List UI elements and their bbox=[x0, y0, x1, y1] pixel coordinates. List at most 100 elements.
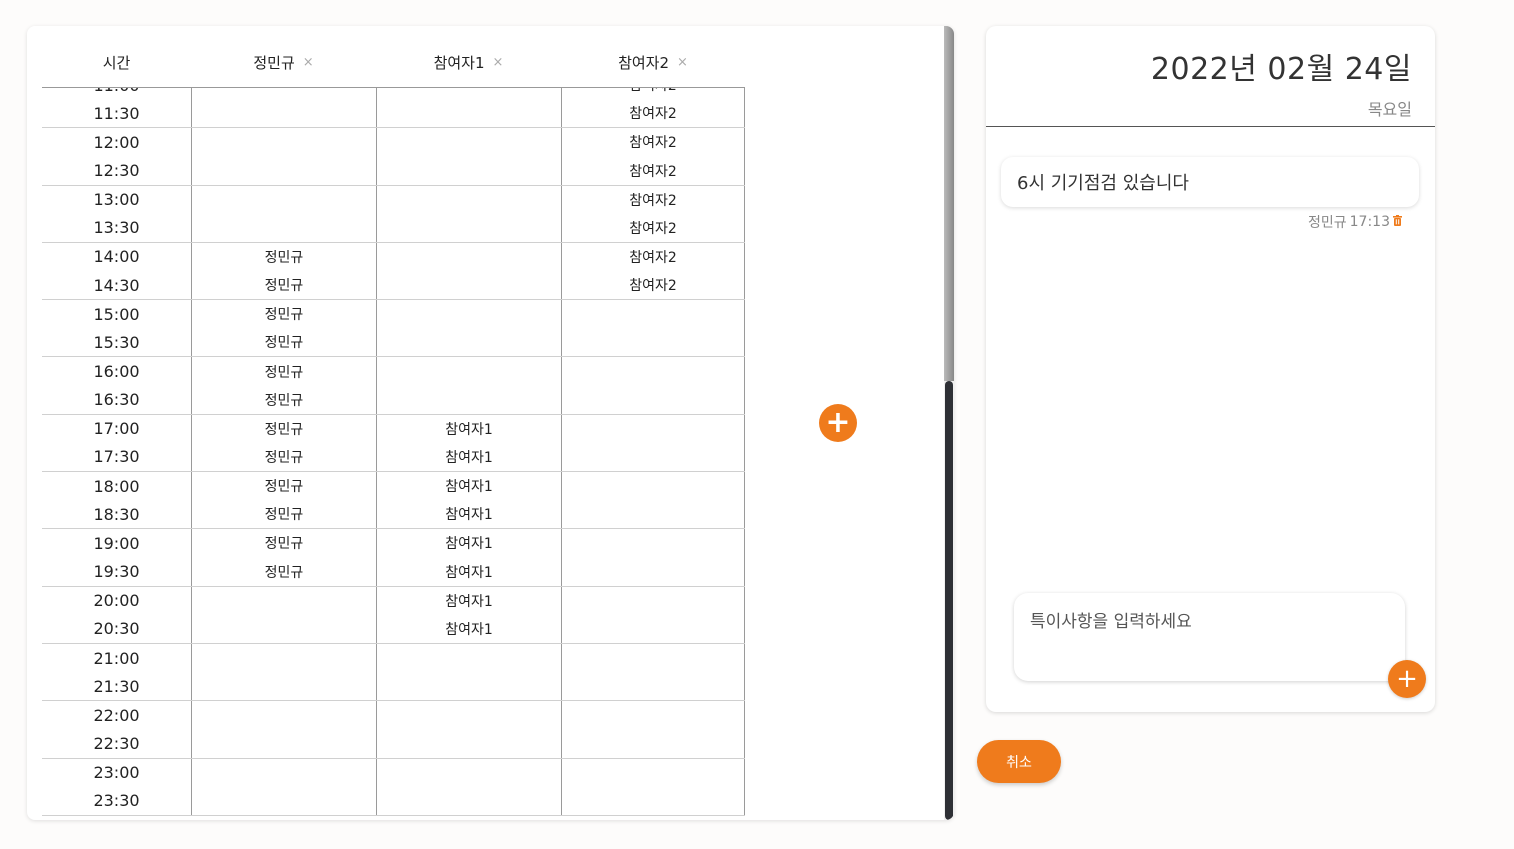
schedule-slot[interactable] bbox=[377, 214, 561, 242]
participant-cell[interactable] bbox=[376, 758, 561, 815]
trash-icon[interactable] bbox=[1393, 215, 1402, 229]
schedule-slot[interactable] bbox=[377, 672, 561, 700]
schedule-slot[interactable]: 참여자1 bbox=[377, 587, 561, 615]
schedule-slot[interactable] bbox=[192, 787, 376, 815]
participant-cell[interactable] bbox=[561, 300, 745, 357]
schedule-slot[interactable] bbox=[562, 759, 744, 787]
cancel-button[interactable]: 취소 bbox=[977, 740, 1061, 783]
schedule-slot[interactable]: 정민규 bbox=[192, 500, 376, 528]
schedule-slot[interactable] bbox=[377, 156, 561, 184]
participant-cell[interactable] bbox=[376, 701, 561, 758]
schedule-slot[interactable] bbox=[562, 386, 744, 414]
participant-cell[interactable] bbox=[561, 643, 745, 701]
schedule-slot[interactable] bbox=[192, 759, 376, 787]
schedule-slot[interactable] bbox=[192, 88, 376, 99]
schedule-slot[interactable]: 정민규 bbox=[192, 558, 376, 586]
schedule-slot[interactable] bbox=[562, 500, 744, 528]
participant-cell[interactable]: 참여자1 참여자1 bbox=[376, 586, 561, 643]
schedule-slot[interactable] bbox=[562, 558, 744, 586]
schedule-slot[interactable] bbox=[192, 615, 376, 643]
schedule-slot[interactable] bbox=[562, 672, 744, 700]
schedule-slot[interactable]: 참여자1 bbox=[377, 443, 561, 471]
participant-cell[interactable]: 참여자2참여자2 bbox=[561, 88, 745, 128]
schedule-slot[interactable]: 정민규 bbox=[192, 472, 376, 500]
schedule-slot[interactable] bbox=[377, 701, 561, 729]
schedule-slot[interactable] bbox=[377, 386, 561, 414]
participant-cell[interactable]: 참여자2참여자2 bbox=[561, 185, 745, 242]
schedule-slot[interactable]: 정민규 bbox=[192, 529, 376, 557]
schedule-slot[interactable]: 참여자1 bbox=[377, 529, 561, 557]
schedule-slot[interactable] bbox=[377, 787, 561, 815]
schedule-slot[interactable] bbox=[377, 99, 561, 127]
participant-cell[interactable] bbox=[191, 128, 376, 185]
schedule-slot[interactable] bbox=[192, 99, 376, 127]
schedule-slot[interactable]: 참여자1 bbox=[377, 500, 561, 528]
note-input[interactable] bbox=[1014, 593, 1405, 681]
schedule-slot[interactable] bbox=[192, 701, 376, 729]
participant-cell[interactable]: 참여자2참여자2 bbox=[561, 128, 745, 185]
schedule-slot[interactable] bbox=[562, 472, 744, 500]
schedule-slot[interactable] bbox=[377, 186, 561, 214]
schedule-slot[interactable] bbox=[377, 328, 561, 356]
schedule-slot[interactable] bbox=[377, 759, 561, 787]
schedule-slot[interactable] bbox=[377, 729, 561, 757]
participant-cell[interactable]: 정민규 정민규 bbox=[191, 300, 376, 357]
schedule-slot[interactable] bbox=[562, 615, 744, 643]
schedule-slot[interactable] bbox=[377, 644, 561, 672]
schedule-slot[interactable] bbox=[377, 88, 561, 99]
participant-cell[interactable]: 참여자1 참여자1 bbox=[376, 529, 561, 586]
schedule-slot[interactable]: 참여자2 bbox=[562, 99, 744, 127]
participant-cell[interactable]: 정민규 정민규 bbox=[191, 242, 376, 300]
participant-cell[interactable] bbox=[191, 758, 376, 815]
schedule-slot[interactable] bbox=[562, 529, 744, 557]
remove-participant-icon[interactable]: × bbox=[677, 55, 688, 70]
scrollbar-thumb[interactable] bbox=[945, 381, 953, 820]
schedule-slot[interactable] bbox=[192, 729, 376, 757]
schedule-slot[interactable] bbox=[377, 300, 561, 328]
schedule-slot[interactable] bbox=[562, 729, 744, 757]
participant-cell[interactable] bbox=[561, 529, 745, 586]
scrollbar-track-upper[interactable] bbox=[944, 26, 954, 381]
participant-cell[interactable] bbox=[376, 300, 561, 357]
remove-participant-icon[interactable]: × bbox=[303, 55, 314, 70]
participant-cell[interactable]: 정민규 정민규 bbox=[191, 357, 376, 414]
add-participant-button[interactable]: + bbox=[819, 404, 857, 442]
participant-cell[interactable] bbox=[561, 414, 745, 472]
schedule-slot[interactable]: 참여자2 bbox=[562, 271, 744, 299]
participant-cell[interactable] bbox=[191, 643, 376, 701]
participant-cell[interactable]: 정민규 정민규 bbox=[191, 414, 376, 472]
participant-cell[interactable] bbox=[376, 357, 561, 414]
participant-cell[interactable]: 정민규 정민규 bbox=[191, 529, 376, 586]
schedule-slot[interactable] bbox=[562, 644, 744, 672]
participant-cell[interactable] bbox=[561, 701, 745, 758]
participant-cell[interactable] bbox=[561, 758, 745, 815]
schedule-slot[interactable]: 참여자2 bbox=[562, 186, 744, 214]
participant-cell[interactable] bbox=[191, 185, 376, 242]
participant-cell[interactable]: 참여자2참여자2 bbox=[561, 242, 745, 300]
schedule-grid[interactable]: 11:0011:30참여자2참여자212:0012:30참여자2참여자213:0… bbox=[42, 88, 745, 820]
schedule-slot[interactable]: 참여자2 bbox=[562, 243, 744, 271]
schedule-slot[interactable] bbox=[562, 787, 744, 815]
schedule-slot[interactable] bbox=[377, 128, 561, 156]
schedule-slot[interactable]: 참여자1 bbox=[377, 472, 561, 500]
participant-cell[interactable]: 정민규 정민규 bbox=[191, 472, 376, 529]
schedule-slot[interactable]: 정민규 bbox=[192, 300, 376, 328]
participant-cell[interactable] bbox=[376, 185, 561, 242]
schedule-slot[interactable] bbox=[562, 701, 744, 729]
participant-cell[interactable] bbox=[191, 88, 376, 128]
schedule-slot[interactable] bbox=[192, 644, 376, 672]
participant-cell[interactable]: 참여자1 참여자1 bbox=[376, 472, 561, 529]
participant-cell[interactable] bbox=[561, 357, 745, 414]
schedule-slot[interactable]: 정민규 bbox=[192, 415, 376, 443]
schedule-slot[interactable]: 참여자2 bbox=[562, 128, 744, 156]
schedule-slot[interactable]: 참여자1 bbox=[377, 615, 561, 643]
participant-cell[interactable] bbox=[191, 586, 376, 643]
schedule-slot[interactable] bbox=[562, 357, 744, 385]
participant-cell[interactable]: 참여자1 참여자1 bbox=[376, 414, 561, 472]
participant-cell[interactable] bbox=[376, 88, 561, 128]
schedule-slot[interactable]: 정민규 bbox=[192, 357, 376, 385]
schedule-slot[interactable]: 정민규 bbox=[192, 243, 376, 271]
participant-cell[interactable] bbox=[376, 128, 561, 185]
schedule-slot[interactable] bbox=[192, 186, 376, 214]
schedule-slot[interactable]: 참여자2 bbox=[562, 88, 744, 99]
